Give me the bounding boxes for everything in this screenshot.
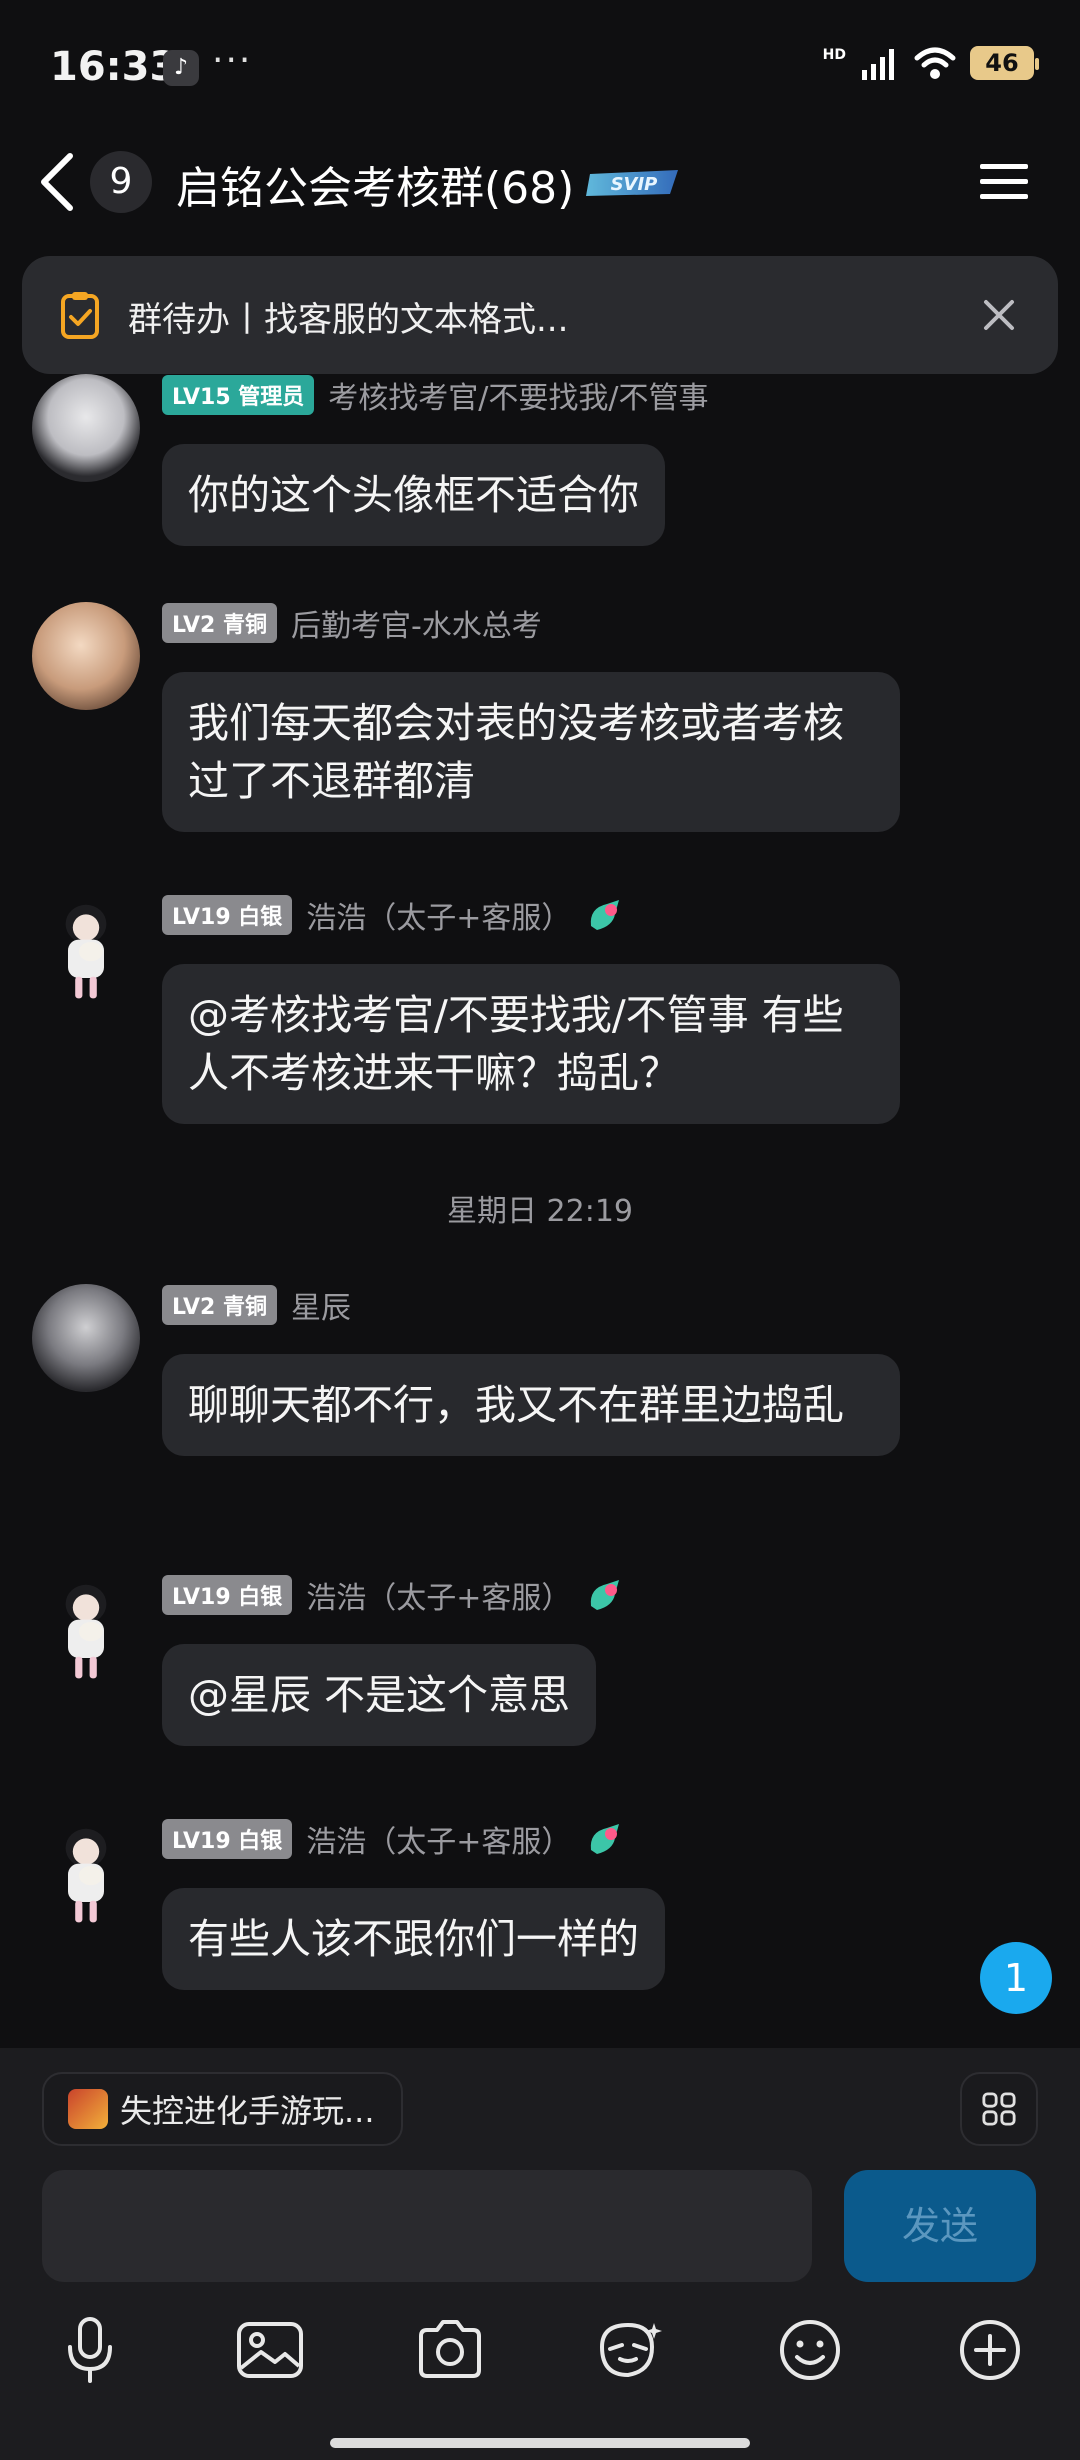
send-button[interactable]: 发送 — [844, 2170, 1036, 2282]
group-todo-banner[interactable]: 群待办丨找客服的文本格式... — [22, 256, 1058, 374]
sticker-icon[interactable] — [590, 2310, 670, 2390]
sender-name[interactable]: 浩浩（太子+客服） — [306, 1573, 571, 1617]
message-meta: LV2 青铜 后勤考官-水水总考 — [162, 601, 542, 645]
microphone-icon[interactable] — [50, 2310, 130, 2390]
level-badge: LV15 管理员 — [162, 375, 315, 415]
avatar[interactable] — [32, 602, 140, 710]
message-meta: LV15 管理员 考核找考官/不要找我/不管事 — [162, 373, 709, 417]
message-meta: LV19 白银 浩浩（太子+客服） — [162, 1573, 625, 1617]
level-badge: LV2 青铜 — [162, 1285, 277, 1325]
title-medal-icon — [591, 1580, 620, 1610]
close-icon[interactable] — [978, 294, 1020, 336]
avatar[interactable] — [32, 374, 140, 482]
emoji-icon[interactable] — [770, 2310, 850, 2390]
message-meta: LV19 白银 浩浩（太子+客服） — [162, 893, 625, 937]
sender-name[interactable]: 考核找考官/不要找我/不管事 — [328, 373, 708, 417]
apps-grid-icon[interactable] — [960, 2072, 1038, 2146]
group-title[interactable]: 启铭公会考核群(68) — [176, 152, 574, 216]
input-panel: 失控进化手游玩... 发送 — [0, 2048, 1080, 2460]
input-toolbar — [0, 2310, 1080, 2400]
status-bar: 16:33 ♪ ··· HD 46 — [0, 0, 1080, 135]
message-meta: LV19 白银 浩浩（太子+客服） — [162, 1817, 625, 1861]
camera-icon[interactable] — [410, 2310, 490, 2390]
sender-name[interactable]: 星辰 — [291, 1283, 351, 1327]
title-medal-icon — [591, 900, 620, 930]
message-bubble[interactable]: @考核找考官/不要找我/不管事 有些人不考核进来干嘛？捣乱？ — [162, 964, 900, 1124]
svg-text:SVIP: SVIP — [611, 174, 658, 195]
svip-badge-icon: SVIP — [586, 170, 678, 196]
level-badge: LV19 白银 — [162, 1575, 293, 1615]
avatar[interactable] — [32, 1580, 140, 1688]
signal-icon — [862, 49, 894, 80]
unread-count-badge[interactable]: 9 — [90, 151, 152, 213]
todo-text: 群待办丨找客服的文本格式... — [128, 300, 569, 340]
network-label: HD — [822, 47, 846, 63]
game-chip[interactable]: 失控进化手游玩... — [42, 2072, 403, 2146]
tiktok-icon: ♪ — [163, 50, 199, 86]
avatar[interactable] — [32, 1284, 140, 1392]
battery-icon: 46 — [970, 46, 1039, 80]
message-input[interactable] — [42, 2170, 812, 2282]
level-badge: LV19 白银 — [162, 1819, 293, 1859]
wifi-icon — [914, 47, 956, 79]
avatar[interactable] — [32, 1824, 140, 1932]
home-indicator[interactable] — [330, 2438, 750, 2448]
message-meta: LV2 青铜 星辰 — [162, 1283, 351, 1327]
message-bubble[interactable]: 你的这个头像框不适合你 — [162, 444, 665, 546]
level-badge: LV2 青铜 — [162, 603, 277, 643]
game-chip-label: 失控进化手游玩... — [120, 2092, 375, 2130]
sender-name[interactable]: 浩浩（太子+客服） — [306, 893, 571, 937]
level-badge: LV19 白银 — [162, 895, 293, 935]
message-bubble[interactable]: @星辰 不是这个意思 — [162, 1644, 597, 1746]
back-chevron-icon[interactable] — [30, 142, 90, 222]
new-message-badge[interactable]: 1 — [980, 1942, 1052, 2014]
sender-name[interactable]: 浩浩（太子+客服） — [306, 1817, 571, 1861]
avatar[interactable] — [32, 900, 140, 1008]
game-thumbnail-icon — [68, 2089, 108, 2129]
image-icon[interactable] — [230, 2310, 310, 2390]
status-more: ··· — [212, 40, 253, 81]
todo-clipboard-icon — [61, 292, 99, 339]
message-bubble[interactable]: 我们每天都会对表的没考核或者考核过了不退群都清 — [162, 672, 900, 832]
message-bubble[interactable]: 聊聊天都不行，我又不在群里边捣乱 — [162, 1354, 900, 1456]
title-medal-icon — [591, 1824, 620, 1854]
status-icons: HD 46 — [822, 46, 1039, 80]
time-separator: 星期日 22:19 — [447, 1194, 633, 1229]
sender-name[interactable]: 后勤考官-水水总考 — [291, 601, 542, 645]
menu-icon[interactable] — [978, 160, 1030, 204]
status-time: 16:33 — [50, 44, 178, 90]
plus-icon[interactable] — [950, 2310, 1030, 2390]
message-bubble[interactable]: 有些人该不跟你们一样的 — [162, 1888, 665, 1990]
chat-header: 9 启铭公会考核群(68) SVIP — [0, 130, 1080, 240]
